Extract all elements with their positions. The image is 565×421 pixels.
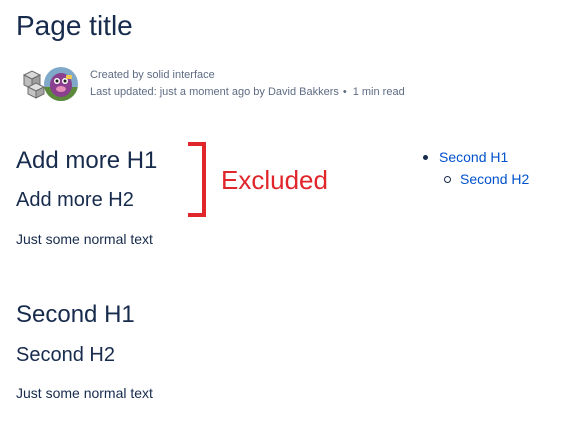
heading-h1-second: Second H1 bbox=[16, 301, 135, 328]
table-of-contents: Second H1 Second H2 bbox=[420, 146, 529, 190]
heading-h2-add-more: Add more H2 bbox=[16, 189, 134, 211]
heading-h2-second: Second H2 bbox=[16, 344, 115, 366]
toc-link-second-h2[interactable]: Second H2 bbox=[460, 168, 529, 190]
created-by-text: Created by solid interface bbox=[90, 69, 215, 81]
body-text-2: Just some normal text bbox=[16, 385, 153, 401]
bullet-filled bbox=[423, 154, 428, 160]
byline-separator: • bbox=[342, 86, 347, 98]
byline-text: Created by solid interface Last updated:… bbox=[90, 67, 405, 101]
toc-item-second-h2: Second H2 bbox=[420, 168, 529, 190]
contributor-avatars[interactable] bbox=[22, 66, 80, 102]
heading-h1-add-more: Add more H1 bbox=[16, 147, 158, 174]
user-avatar[interactable] bbox=[44, 67, 78, 101]
excluded-annotation: Excluded bbox=[221, 165, 328, 195]
bullet-hollow bbox=[444, 175, 451, 183]
page-byline: Created by solid interface Last updated:… bbox=[22, 66, 405, 102]
last-updated-text: Last updated: just a moment ago by David… bbox=[90, 86, 339, 98]
body-text-1: Just some normal text bbox=[16, 231, 153, 247]
read-time-text: 1 min read bbox=[352, 86, 405, 98]
toc-item-second-h1: Second H1 bbox=[420, 146, 529, 168]
toc-link-second-h1[interactable]: Second H1 bbox=[439, 146, 508, 168]
cube-stack-icon bbox=[22, 70, 46, 99]
excluded-bracket bbox=[188, 142, 206, 217]
page-title: Page title bbox=[16, 10, 133, 41]
